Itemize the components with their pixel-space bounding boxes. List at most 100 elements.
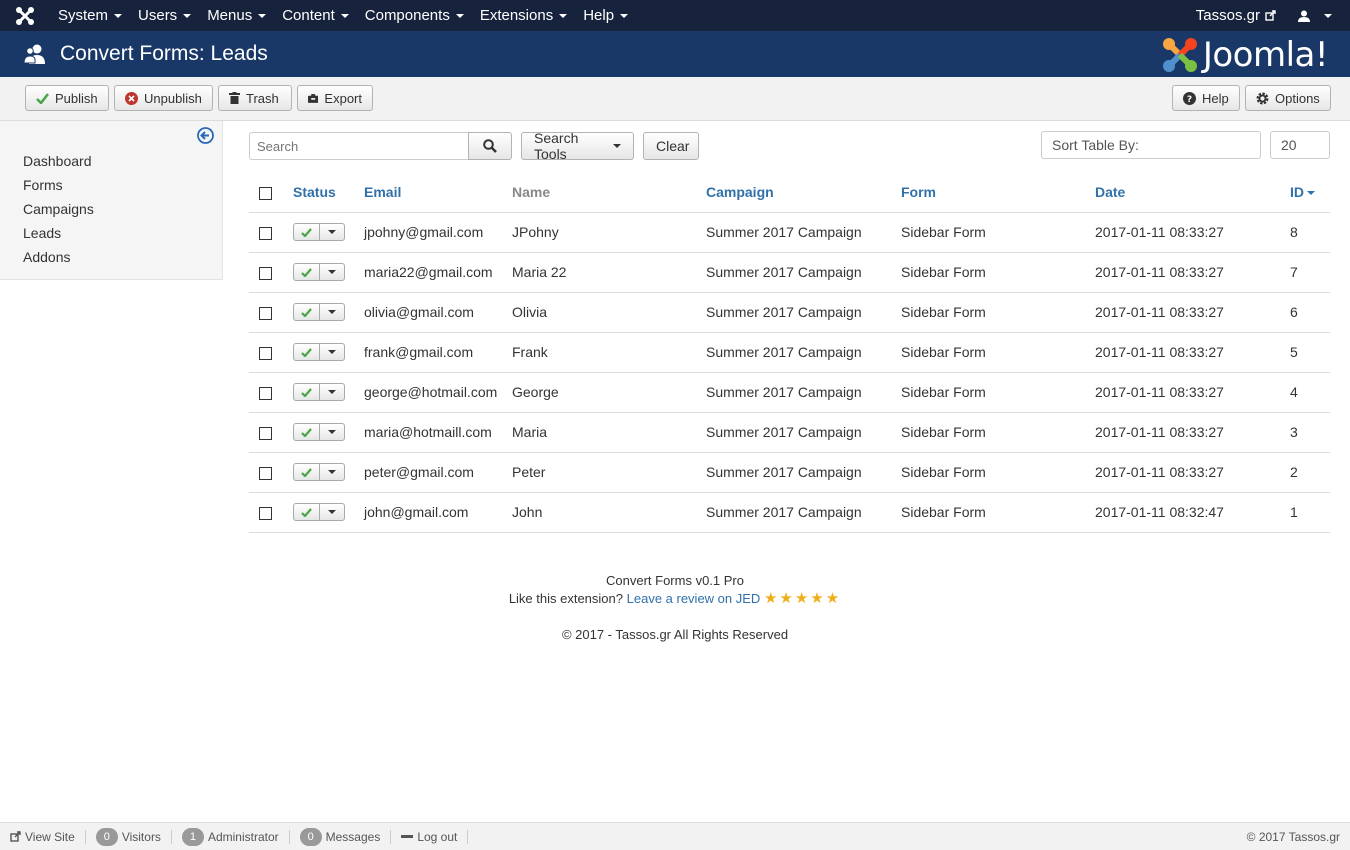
row-checkbox[interactable] bbox=[259, 226, 272, 240]
messages-status[interactable]: 0 Messages bbox=[290, 827, 392, 846]
menu-content[interactable]: Content bbox=[274, 0, 357, 31]
sidebar-item-forms[interactable]: Forms bbox=[23, 177, 94, 201]
row-email[interactable]: frank@gmail.com bbox=[364, 332, 512, 373]
status-toggle bbox=[293, 223, 345, 241]
page-header: Convert Forms: Leads Joomla! bbox=[0, 31, 1350, 77]
check-icon bbox=[301, 307, 312, 317]
header-date[interactable]: Date bbox=[1095, 172, 1290, 213]
visitors-status[interactable]: 0 Visitors bbox=[86, 827, 172, 846]
row-checkbox[interactable] bbox=[259, 306, 272, 320]
published-toggle[interactable] bbox=[294, 344, 320, 360]
sidebar-item-addons[interactable]: Addons bbox=[23, 249, 94, 273]
status-dropdown-toggle[interactable] bbox=[320, 384, 344, 400]
trash-icon bbox=[229, 92, 240, 104]
status-dropdown-toggle[interactable] bbox=[320, 224, 344, 240]
published-toggle[interactable] bbox=[294, 504, 320, 520]
row-name: Frank bbox=[512, 332, 706, 373]
row-checkbox[interactable] bbox=[259, 386, 272, 400]
sidebar-item-leads[interactable]: Leads bbox=[23, 225, 94, 249]
search-input[interactable] bbox=[249, 132, 469, 160]
row-checkbox[interactable] bbox=[259, 346, 272, 360]
administrator-status[interactable]: 1 Administrator bbox=[172, 827, 290, 846]
logout-link[interactable]: Log out bbox=[391, 829, 469, 844]
export-button[interactable]: Export bbox=[297, 85, 373, 111]
menu-system[interactable]: System bbox=[50, 0, 130, 31]
check-icon bbox=[301, 347, 312, 357]
status-bar: View Site 0 Visitors 1 Administrator 0 M… bbox=[0, 822, 1350, 850]
clear-button[interactable]: Clear bbox=[643, 132, 699, 160]
row-email[interactable]: maria22@gmail.com bbox=[364, 252, 512, 293]
trash-button[interactable]: Trash bbox=[218, 85, 292, 111]
row-checkbox[interactable] bbox=[259, 506, 272, 520]
row-campaign: Summer 2017 Campaign bbox=[706, 412, 901, 453]
top-navbar: System Users Menus Content Components Ex… bbox=[0, 0, 1350, 31]
options-button[interactable]: Options bbox=[1245, 85, 1331, 111]
table-row: george@hotmail.com George Summer 2017 Ca… bbox=[249, 372, 1330, 413]
help-button[interactable]: ? Help bbox=[1172, 85, 1240, 111]
menu-users[interactable]: Users bbox=[130, 0, 199, 31]
menu-extensions[interactable]: Extensions bbox=[472, 0, 575, 31]
row-email[interactable]: george@hotmail.com bbox=[364, 372, 512, 413]
check-icon bbox=[301, 467, 312, 477]
list-limit-select[interactable]: 20 bbox=[1270, 131, 1330, 159]
menu-components[interactable]: Components bbox=[357, 0, 472, 31]
review-line: Like this extension? Leave a review on J… bbox=[508, 590, 842, 607]
published-toggle[interactable] bbox=[294, 304, 320, 320]
status-dropdown-toggle[interactable] bbox=[320, 464, 344, 480]
row-select-cell bbox=[249, 412, 293, 453]
row-email[interactable]: olivia@gmail.com bbox=[364, 292, 512, 333]
status-dropdown-toggle[interactable] bbox=[320, 344, 344, 360]
publish-button[interactable]: Publish bbox=[25, 85, 109, 111]
menu-menus[interactable]: Menus bbox=[199, 0, 274, 31]
menu-help[interactable]: Help bbox=[575, 0, 636, 31]
user-menu[interactable] bbox=[1288, 10, 1350, 22]
status-dropdown-toggle[interactable] bbox=[320, 504, 344, 520]
row-email[interactable]: maria@hotmaill.com bbox=[364, 412, 512, 453]
caret-down-icon bbox=[114, 13, 123, 18]
header-id[interactable]: ID bbox=[1290, 172, 1330, 213]
published-toggle[interactable] bbox=[294, 264, 320, 280]
select-all-checkbox[interactable] bbox=[259, 186, 272, 200]
joomla-icon[interactable] bbox=[0, 0, 50, 31]
header-status[interactable]: Status bbox=[293, 172, 364, 213]
header-form[interactable]: Form bbox=[901, 172, 1095, 213]
sidebar-toggle-button[interactable] bbox=[197, 127, 214, 147]
row-status-cell bbox=[293, 292, 364, 333]
published-toggle[interactable] bbox=[294, 384, 320, 400]
view-site-link[interactable]: View Site bbox=[10, 829, 86, 844]
search-button[interactable] bbox=[468, 132, 512, 160]
remove-circle-icon bbox=[125, 91, 138, 105]
user-icon bbox=[1298, 10, 1310, 22]
header-campaign[interactable]: Campaign bbox=[706, 172, 901, 213]
published-toggle[interactable] bbox=[294, 424, 320, 440]
status-toggle bbox=[293, 343, 345, 361]
row-status-cell bbox=[293, 252, 364, 293]
row-checkbox[interactable] bbox=[259, 426, 272, 440]
published-toggle[interactable] bbox=[294, 464, 320, 480]
row-id: 1 bbox=[1290, 492, 1330, 533]
status-dropdown-toggle[interactable] bbox=[320, 264, 344, 280]
row-campaign: Summer 2017 Campaign bbox=[706, 252, 901, 293]
search-tools-button[interactable]: Search Tools bbox=[521, 130, 634, 162]
status-toggle bbox=[293, 423, 345, 441]
sidebar-item-dashboard[interactable]: Dashboard bbox=[23, 153, 94, 177]
status-dropdown-toggle[interactable] bbox=[320, 304, 344, 320]
search-icon bbox=[483, 139, 497, 153]
statusbar-copyright: © 2017 Tassos.gr bbox=[1246, 829, 1340, 844]
row-name: John bbox=[512, 492, 706, 533]
sidebar-item-campaigns[interactable]: Campaigns bbox=[23, 201, 94, 225]
row-email[interactable]: peter@gmail.com bbox=[364, 452, 512, 493]
sort-table-select[interactable]: Sort Table By: bbox=[1041, 131, 1261, 159]
row-email[interactable]: jpohny@gmail.com bbox=[364, 212, 512, 253]
row-email[interactable]: john@gmail.com bbox=[364, 492, 512, 533]
unpublish-button[interactable]: Unpublish bbox=[114, 85, 213, 111]
header-email[interactable]: Email bbox=[364, 172, 512, 213]
review-link[interactable]: Leave a review on JED bbox=[627, 591, 761, 606]
row-select-cell bbox=[249, 492, 293, 533]
row-checkbox[interactable] bbox=[259, 266, 272, 280]
status-dropdown-toggle[interactable] bbox=[320, 424, 344, 440]
published-toggle[interactable] bbox=[294, 224, 320, 240]
version-text: Convert Forms v0.1 Pro bbox=[606, 573, 744, 588]
row-checkbox[interactable] bbox=[259, 466, 272, 480]
site-link[interactable]: Tassos.gr bbox=[1184, 7, 1288, 24]
